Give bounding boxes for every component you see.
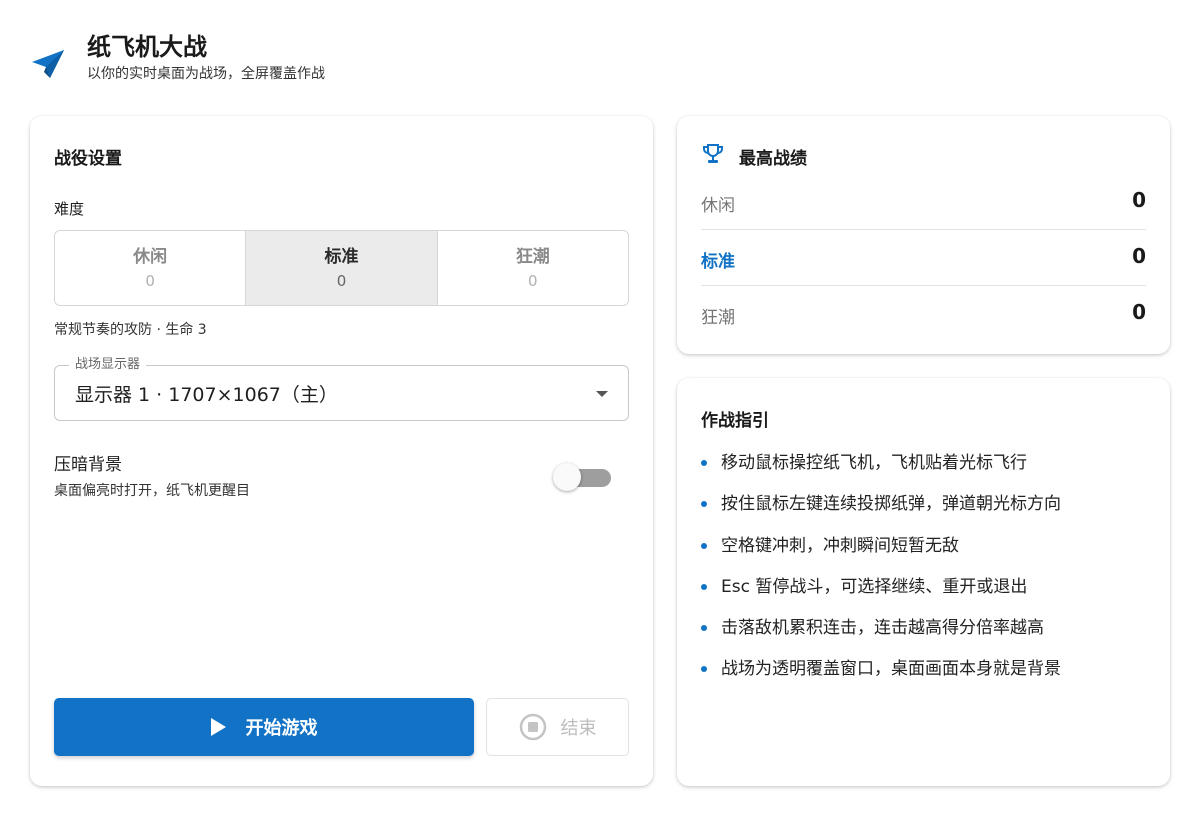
guide-text: 移动鼠标操控纸飞机，飞机贴着光标飞行 bbox=[721, 453, 1027, 473]
score-row: 休闲 0 bbox=[701, 174, 1146, 230]
app-title: 纸飞机大战 bbox=[87, 33, 207, 61]
stop-circle-icon bbox=[519, 713, 546, 741]
play-icon bbox=[210, 718, 226, 736]
guide-text: 战场为透明覆盖窗口，桌面画面本身就是背景 bbox=[721, 659, 1061, 680]
difficulty-count: 0 bbox=[336, 272, 347, 290]
difficulty-name: 狂潮 bbox=[515, 247, 550, 267]
list-item: 击落敌机累积连击，连击越高得分倍率越高 bbox=[701, 613, 1061, 654]
difficulty-casual-button[interactable]: 休闲 0 bbox=[55, 231, 247, 305]
paper-plane-icon bbox=[32, 50, 64, 78]
list-item: Esc 暂停战斗，可选择继续、重开或退出 bbox=[701, 572, 1061, 613]
list-item: 按住鼠标左键连续投掷纸弹，弹道朝光标方向 bbox=[701, 489, 1061, 530]
trophy-icon bbox=[703, 144, 723, 163]
score-value: 0 bbox=[1132, 188, 1146, 212]
difficulty-name: 休闲 bbox=[133, 247, 168, 267]
end-game-label: 结束 bbox=[560, 718, 597, 739]
difficulty-count: 0 bbox=[145, 272, 155, 290]
guide-text: Esc 暂停战斗，可选择继续、重开或退出 bbox=[721, 576, 1028, 597]
list-item: 移动鼠标操控纸飞机，飞机贴着光标飞行 bbox=[701, 448, 1061, 489]
score-row: 狂潮 0 bbox=[701, 286, 1146, 342]
bullet-icon bbox=[701, 460, 707, 466]
guide-text: 击落敌机累积连击，连击越高得分倍率越高 bbox=[721, 618, 1044, 639]
bullet-icon bbox=[701, 501, 707, 508]
toggle-thumb bbox=[553, 463, 581, 491]
monitor-select[interactable]: 战场显示器 显示器 1 · 1707×1067（主） bbox=[54, 357, 629, 421]
list-item: 空格键冲刺，冲刺瞬间短暂无敌 bbox=[701, 531, 1061, 572]
high-scores-title: 最高战绩 bbox=[739, 149, 807, 169]
difficulty-standard-button[interactable]: 标准 0 bbox=[246, 231, 438, 305]
guide-text: 空格键冲刺，冲刺瞬间短暂无敌 bbox=[721, 535, 959, 556]
start-game-button[interactable]: 开始游戏 bbox=[54, 698, 474, 756]
dim-background-description: 桌面偏亮时打开，纸飞机更醒目 bbox=[54, 483, 250, 499]
dim-background-title: 压暗背景 bbox=[54, 455, 122, 475]
dropdown-caret-icon bbox=[596, 391, 608, 397]
settings-title: 战役设置 bbox=[54, 149, 122, 169]
end-game-button[interactable]: 结束 bbox=[486, 698, 629, 756]
score-label: 标准 bbox=[701, 252, 735, 272]
campaign-settings-card: 战役设置 难度 休闲 0 标准 0 狂潮 0 常规节奏的攻防 · 生命 3 战场… bbox=[30, 116, 653, 786]
bullet-icon bbox=[701, 542, 707, 549]
difficulty-name: 标准 bbox=[324, 247, 359, 267]
guide-title: 作战指引 bbox=[701, 411, 769, 431]
difficulty-description: 常规节奏的攻防 · 生命 3 bbox=[54, 322, 207, 338]
difficulty-label: 难度 bbox=[54, 200, 85, 218]
score-value: 0 bbox=[1132, 244, 1146, 268]
difficulty-count: 0 bbox=[528, 272, 538, 290]
list-item: 战场为透明覆盖窗口，桌面画面本身就是背景 bbox=[701, 654, 1061, 695]
guide-list: 移动鼠标操控纸飞机，飞机贴着光标飞行 按住鼠标左键连续投掷纸弹，弹道朝光标方向 … bbox=[701, 448, 1061, 696]
difficulty-selector: 休闲 0 标准 0 狂潮 0 bbox=[54, 230, 629, 306]
score-label: 休闲 bbox=[701, 196, 735, 216]
high-scores-card: 最高战绩 休闲 0 标准 0 狂潮 0 bbox=[677, 116, 1170, 354]
difficulty-frenzy-button[interactable]: 狂潮 0 bbox=[438, 231, 628, 305]
guide-text: 按住鼠标左键连续投掷纸弹，弹道朝光标方向 bbox=[721, 494, 1061, 515]
monitor-select-value: 显示器 1 · 1707×1067（主） bbox=[75, 384, 338, 406]
monitor-select-label: 战场显示器 bbox=[69, 357, 147, 373]
app-subtitle: 以你的实时桌面为战场，全屏覆盖作战 bbox=[87, 66, 325, 82]
bullet-icon bbox=[701, 625, 707, 632]
title-block: 纸飞机大战 以你的实时桌面为战场，全屏覆盖作战 bbox=[87, 30, 325, 84]
score-label: 狂潮 bbox=[701, 308, 735, 328]
bullet-icon bbox=[701, 666, 707, 673]
start-game-label: 开始游戏 bbox=[245, 718, 318, 739]
battle-guide-card: 作战指引 移动鼠标操控纸飞机，飞机贴着光标飞行 按住鼠标左键连续投掷纸弹，弹道朝… bbox=[677, 378, 1170, 786]
score-row: 标准 0 bbox=[701, 230, 1146, 286]
bullet-icon bbox=[701, 583, 707, 590]
score-value: 0 bbox=[1132, 300, 1146, 324]
dim-background-toggle[interactable] bbox=[553, 461, 613, 491]
